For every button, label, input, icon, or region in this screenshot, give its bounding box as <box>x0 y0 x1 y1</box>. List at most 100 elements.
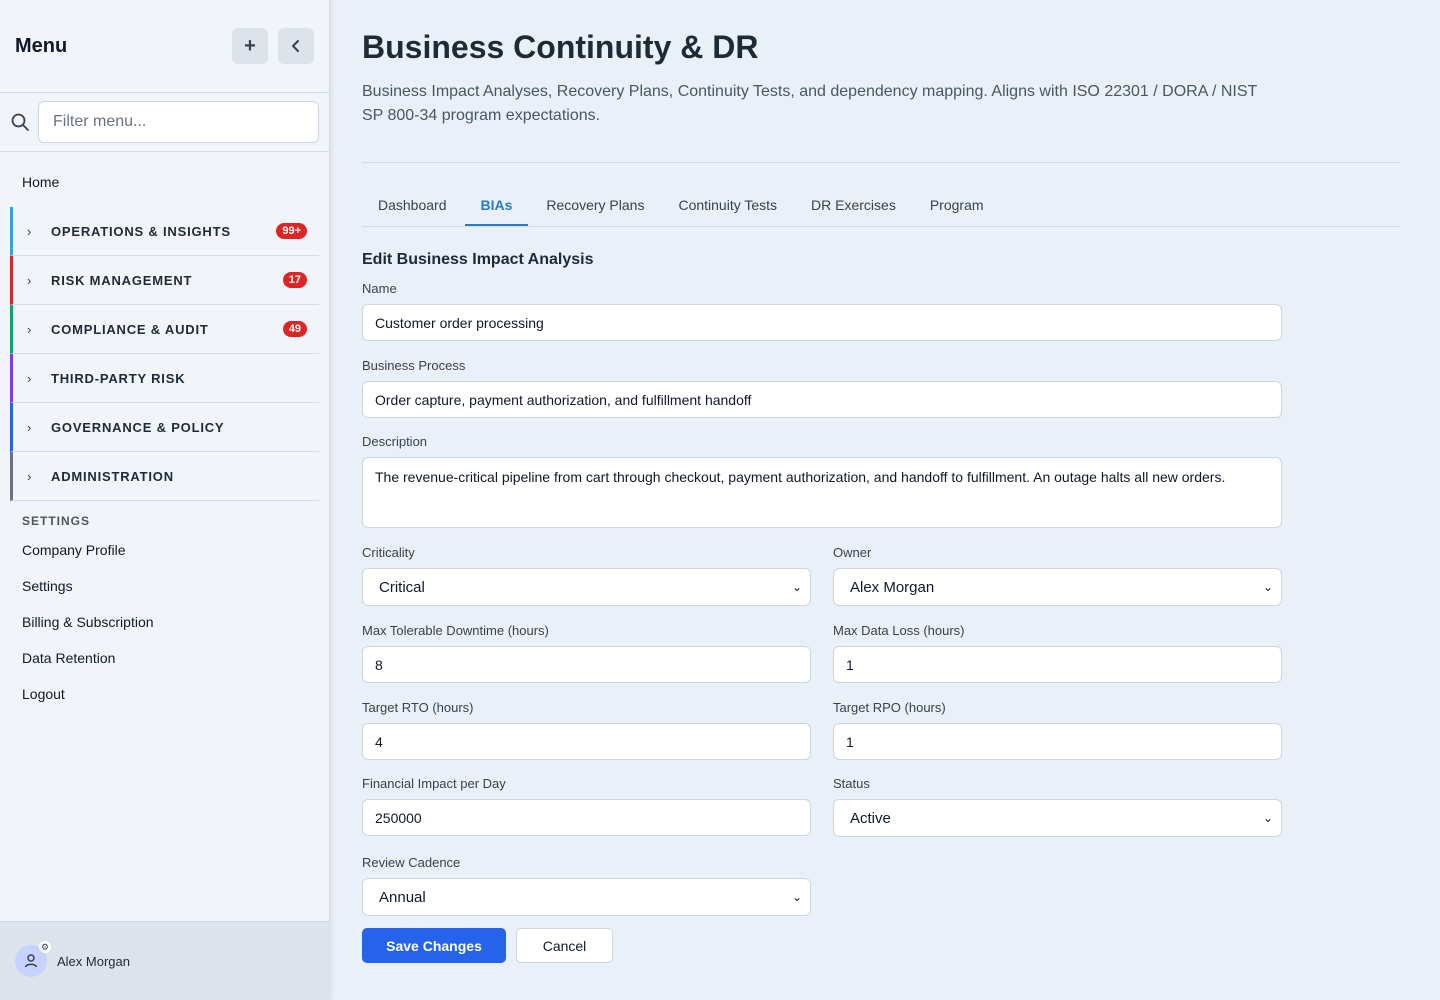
target-rpo-label: Target RPO (hours) <box>833 700 946 715</box>
owner-select[interactable]: Alex Morgan ⌄ <box>833 568 1282 606</box>
sidebar-group-compliance[interactable]: › COMPLIANCE & AUDIT 49 <box>10 305 319 354</box>
tab-bar: Dashboard BIAs Recovery Plans Continuity… <box>362 189 1400 227</box>
review-cadence-select[interactable]: Annual ⌄ <box>362 878 811 916</box>
target-rpo-field: Target RPO (hours) 1 <box>833 700 1282 760</box>
owner-label: Owner <box>833 545 872 560</box>
tab-bias[interactable]: BIAs <box>464 189 529 226</box>
divider <box>362 162 1400 163</box>
name-input[interactable]: Customer order processing <box>362 304 1282 341</box>
sidebar-item-data-retention[interactable]: Data Retention <box>0 640 329 676</box>
sidebar-item-company-profile[interactable]: Company Profile <box>0 532 329 568</box>
financial-impact-input[interactable]: 250000 <box>362 799 811 836</box>
settings-heading: SETTINGS <box>22 514 91 528</box>
max-downtime-label: Max Tolerable Downtime (hours) <box>362 623 549 638</box>
target-rto-label: Target RTO (hours) <box>362 700 474 715</box>
chevron-down-icon: ⌄ <box>1262 580 1273 594</box>
sidebar: Menu + Home › OPERATIONS & INSIGHTS 99+ … <box>0 0 330 1000</box>
add-menu-button[interactable]: + <box>232 28 268 64</box>
tab-dashboard[interactable]: Dashboard <box>362 189 463 226</box>
tab-program[interactable]: Program <box>914 189 1000 226</box>
status-value: Active <box>850 809 891 827</box>
owner-value: Alex Morgan <box>850 578 935 596</box>
max-downtime-input[interactable]: 8 <box>362 646 811 683</box>
target-rpo-input[interactable]: 1 <box>833 723 1282 760</box>
sidebar-group-label: OPERATIONS & INSIGHTS <box>51 223 231 239</box>
status-field: Status Active ⌄ <box>833 776 1282 837</box>
count-badge: 49 <box>282 321 307 337</box>
criticality-label: Criticality <box>362 545 415 560</box>
form-title: Edit Business Impact Analysis <box>362 251 594 268</box>
sidebar-title: Menu <box>15 34 68 57</box>
business-process-field: Business Process Order capture, payment … <box>362 358 1282 418</box>
sidebar-item-billing[interactable]: Billing & Subscription <box>0 604 329 640</box>
chevron-left-icon <box>292 40 299 52</box>
chevron-right-icon: › <box>27 419 32 435</box>
avatar[interactable]: ⚙ <box>15 941 51 977</box>
target-rto-field: Target RTO (hours) 4 <box>362 700 811 760</box>
chevron-down-icon: ⌄ <box>1262 811 1273 825</box>
review-cadence-label: Review Cadence <box>362 855 461 870</box>
sidebar-group-label: THIRD-PARTY RISK <box>51 370 186 386</box>
main-content: Business Continuity & DR Business Impact… <box>362 0 1400 989</box>
sidebar-item-home[interactable]: Home <box>0 152 329 207</box>
criticality-value: Critical <box>379 578 425 596</box>
cancel-button[interactable]: Cancel <box>516 928 613 963</box>
chevron-down-icon: ⌄ <box>791 580 802 594</box>
max-data-loss-input[interactable]: 1 <box>833 646 1282 683</box>
max-data-loss-label: Max Data Loss (hours) <box>833 623 965 638</box>
sidebar-header: Menu + <box>0 0 329 93</box>
user-name: Alex Morgan <box>57 953 130 969</box>
tab-continuity-tests[interactable]: Continuity Tests <box>662 189 793 226</box>
business-process-input[interactable]: Order capture, payment authorization, an… <box>362 381 1282 418</box>
save-changes-button[interactable]: Save Changes <box>362 928 506 963</box>
criticality-select[interactable]: Critical ⌄ <box>362 568 811 606</box>
chevron-right-icon: › <box>27 223 32 239</box>
count-badge: 17 <box>282 272 307 288</box>
sidebar-group-governance[interactable]: › GOVERNANCE & POLICY <box>10 403 319 452</box>
count-badge: 99+ <box>276 223 307 239</box>
criticality-field: Criticality Critical ⌄ <box>362 545 811 606</box>
owner-field: Owner Alex Morgan ⌄ <box>833 545 1282 606</box>
sidebar-group-label: COMPLIANCE & AUDIT <box>51 321 209 337</box>
max-data-loss-field: Max Data Loss (hours) 1 <box>833 623 1282 683</box>
sidebar-group-third-party[interactable]: › THIRD-PARTY RISK <box>10 354 319 403</box>
user-icon <box>24 954 38 968</box>
financial-impact-label: Financial Impact per Day <box>362 776 506 791</box>
sidebar-group-operations[interactable]: › OPERATIONS & INSIGHTS 99+ <box>10 207 319 256</box>
user-footer[interactable]: ⚙ Alex Morgan <box>0 921 330 1000</box>
plus-icon: + <box>244 34 256 57</box>
sidebar-filter <box>0 93 329 152</box>
sidebar-item-logout[interactable]: Logout <box>0 676 329 712</box>
chevron-right-icon: › <box>27 370 32 386</box>
collapse-sidebar-button[interactable] <box>278 28 314 64</box>
page-description: Business Impact Analyses, Recovery Plans… <box>362 83 1257 124</box>
description-textarea[interactable]: The revenue-critical pipeline from cart … <box>362 457 1282 528</box>
sidebar-group-risk[interactable]: › RISK MANAGEMENT 17 <box>10 256 319 305</box>
max-downtime-field: Max Tolerable Downtime (hours) 8 <box>362 623 811 683</box>
business-process-label: Business Process <box>362 358 466 373</box>
tab-dr-exercises[interactable]: DR Exercises <box>795 189 912 226</box>
sidebar-item-settings[interactable]: Settings <box>0 568 329 604</box>
review-cadence-value: Annual <box>379 888 426 906</box>
sidebar-group-label: RISK MANAGEMENT <box>51 272 193 288</box>
status-select[interactable]: Active ⌄ <box>833 799 1282 837</box>
chevron-right-icon: › <box>27 321 32 337</box>
tab-recovery-plans[interactable]: Recovery Plans <box>530 189 660 226</box>
review-cadence-field: Review Cadence Annual ⌄ <box>362 855 811 916</box>
gear-icon: ⚙ <box>39 941 51 953</box>
description-label: Description <box>362 434 428 449</box>
sidebar-group-label: GOVERNANCE & POLICY <box>51 419 225 435</box>
target-rto-input[interactable]: 4 <box>362 723 811 760</box>
chevron-right-icon: › <box>27 468 32 484</box>
bia-form: Name Customer order processing Business … <box>362 269 1400 989</box>
status-label: Status <box>833 776 870 791</box>
name-field: Name Customer order processing <box>362 281 1282 341</box>
search-icon <box>11 113 29 131</box>
financial-impact-field: Financial Impact per Day 250000 <box>362 776 811 836</box>
filter-menu-input[interactable] <box>38 101 319 143</box>
chevron-down-icon: ⌄ <box>791 890 802 904</box>
name-label: Name <box>362 281 397 296</box>
sidebar-group-administration[interactable]: › ADMINISTRATION <box>10 452 319 501</box>
chevron-right-icon: › <box>27 272 32 288</box>
sidebar-groups: › OPERATIONS & INSIGHTS 99+ › RISK MANAG… <box>0 207 329 501</box>
